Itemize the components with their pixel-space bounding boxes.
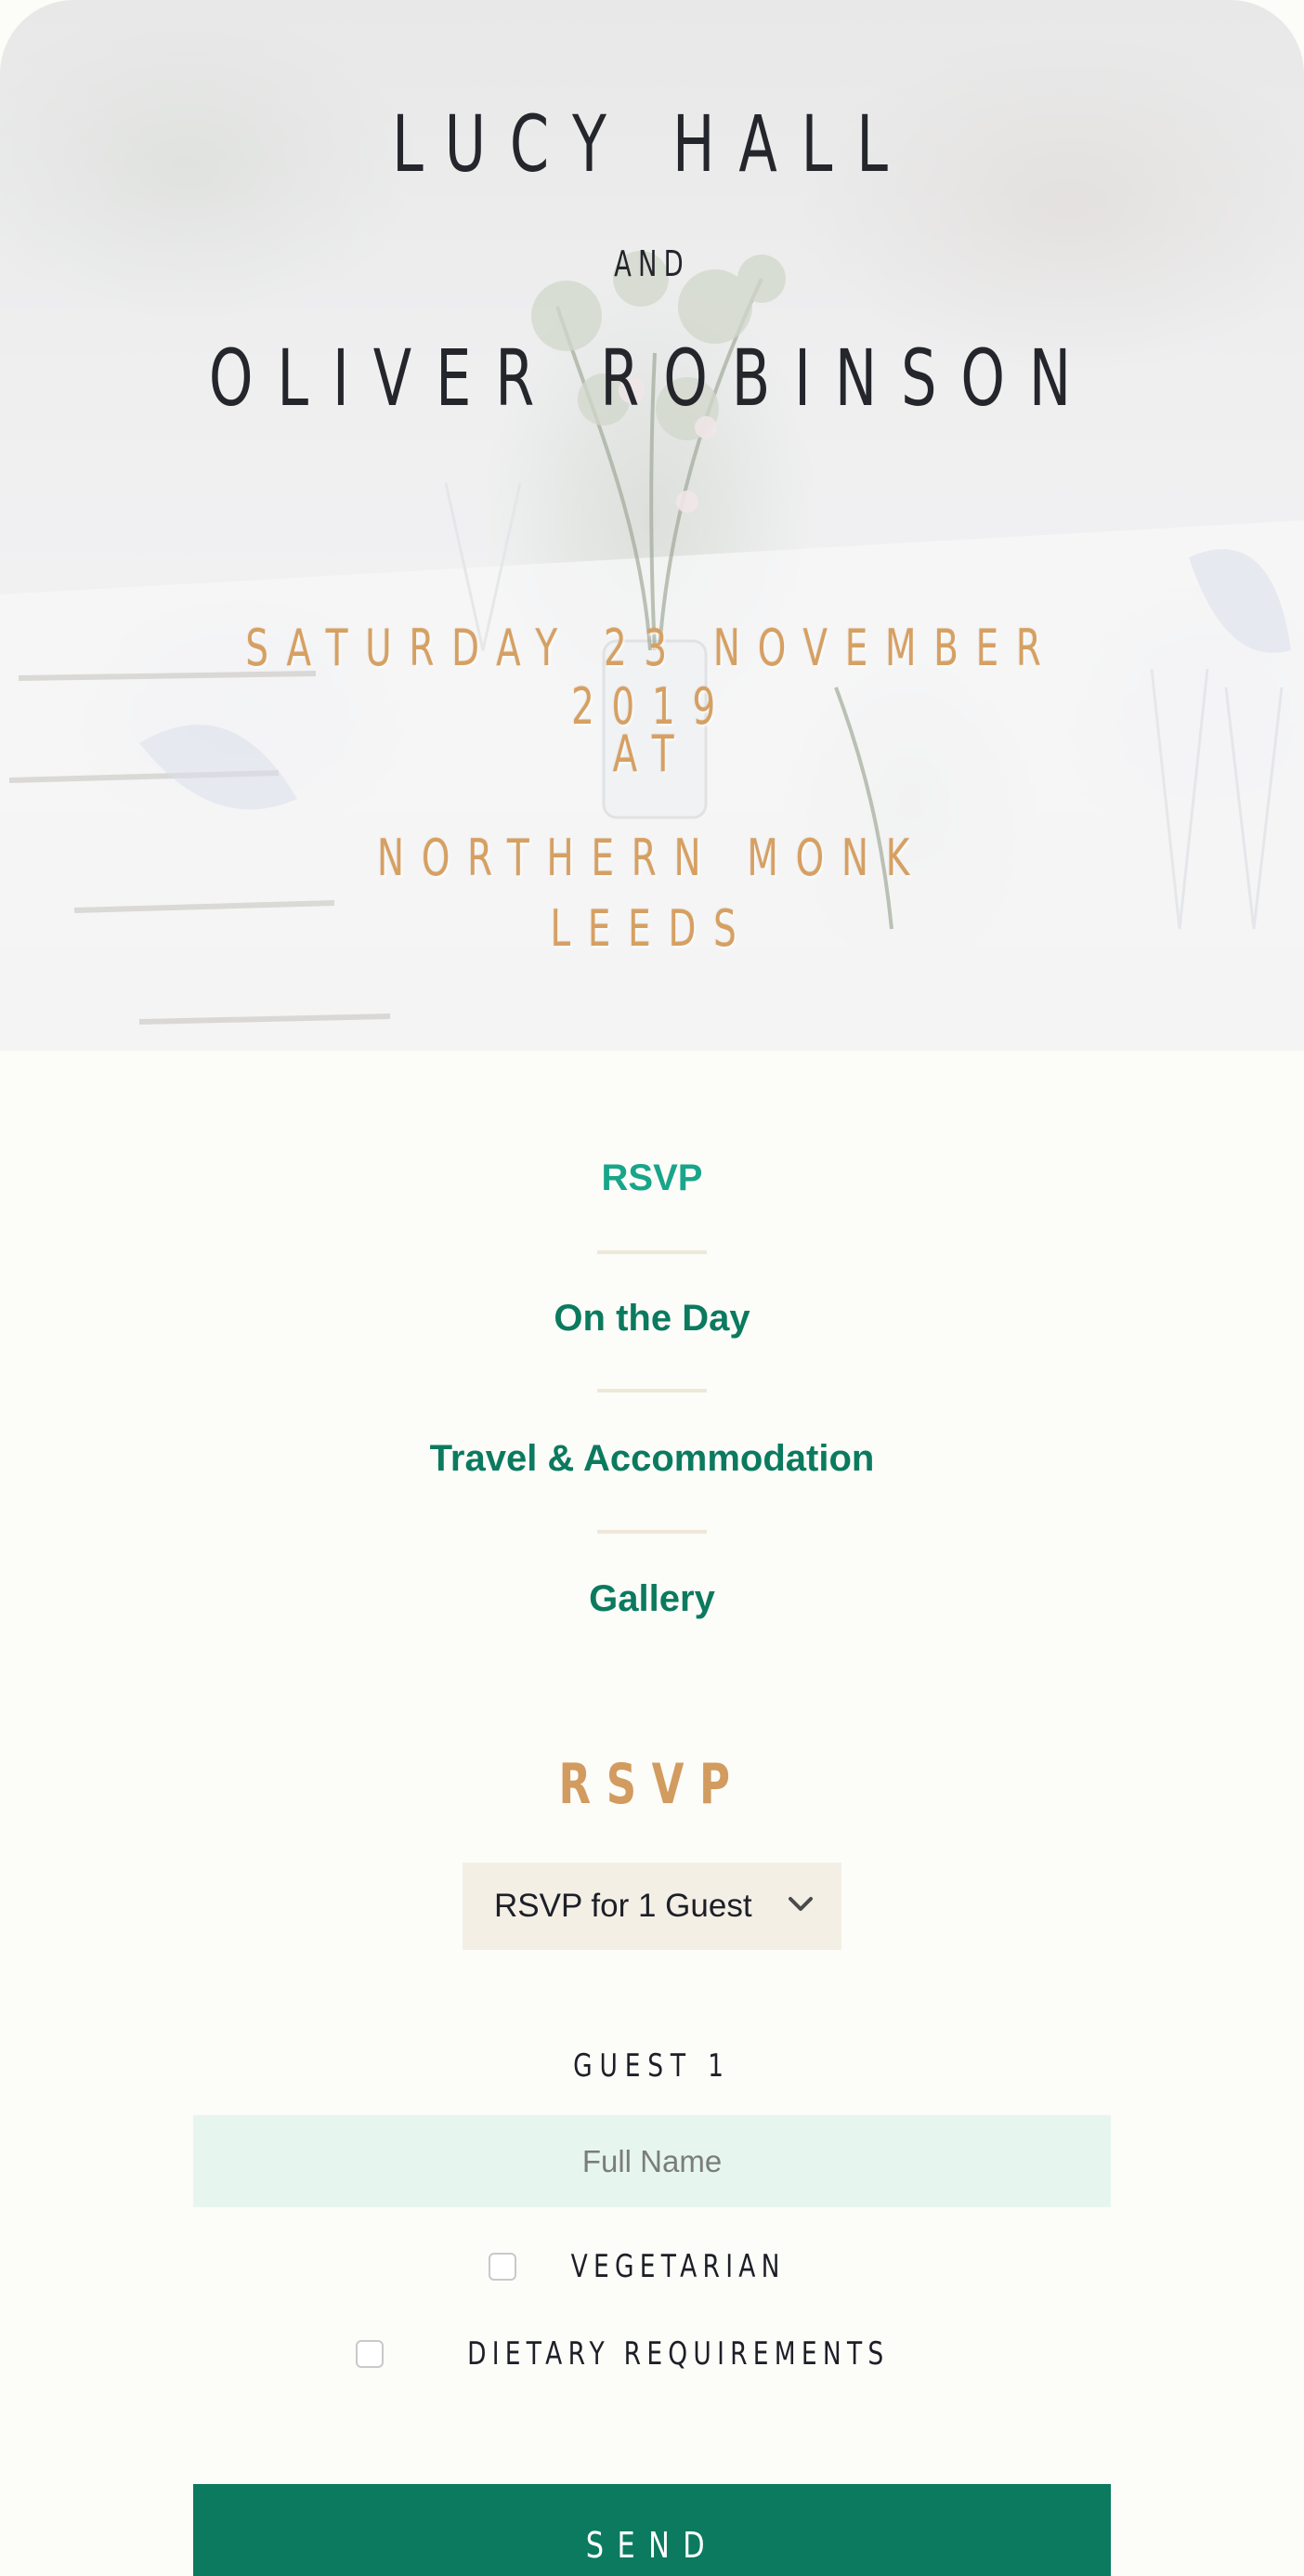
nav-divider [597,1530,707,1534]
guest-count-select[interactable]: RSVP for 1 Guest [463,1863,841,1950]
wedding-date: SATURDAY 23 NOVEMBER 2019 [245,619,1059,736]
send-button-label: SEND [585,2525,719,2566]
nav-divider [597,1250,707,1254]
bride-name: LUCY HALL [392,98,912,190]
send-button[interactable]: SEND [193,2484,1111,2576]
vegetarian-option[interactable]: VEGETARIAN [0,2248,1304,2285]
at-text: AT [612,725,692,783]
venue-city: LEEDS [550,899,754,958]
nav-link-on-the-day[interactable]: On the Day [0,1298,1304,1340]
guest-heading: GUEST 1 [573,2047,731,2085]
venue-name: NORTHERN MONK [377,829,927,887]
nav-link-gallery[interactable]: Gallery [0,1578,1304,1620]
conjunction-text: AND [614,243,690,284]
dietary-requirements-option[interactable]: DIETARY REQUIREMENTS [0,2335,1304,2373]
chevron-down-icon [789,1897,813,1911]
dietary-requirements-label: DIETARY REQUIREMENTS [466,2335,890,2373]
hero-banner: LUCY HALL AND OLIVER ROBINSON SATURDAY 2… [0,0,1304,1051]
vegetarian-checkbox[interactable] [488,2253,516,2281]
nav-divider [597,1389,707,1393]
guest-count-value: RSVP for 1 Guest [494,1888,752,1924]
nav-link-rsvp[interactable]: RSVP [0,1157,1304,1199]
dietary-requirements-checkbox[interactable] [355,2340,384,2368]
rsvp-heading: RSVP [558,1752,746,1817]
groom-name: OLIVER ROBINSON [208,333,1096,424]
nav-link-travel-accommodation[interactable]: Travel & Accommodation [0,1438,1304,1480]
full-name-input[interactable] [193,2115,1111,2207]
vegetarian-label: VEGETARIAN [570,2248,786,2285]
